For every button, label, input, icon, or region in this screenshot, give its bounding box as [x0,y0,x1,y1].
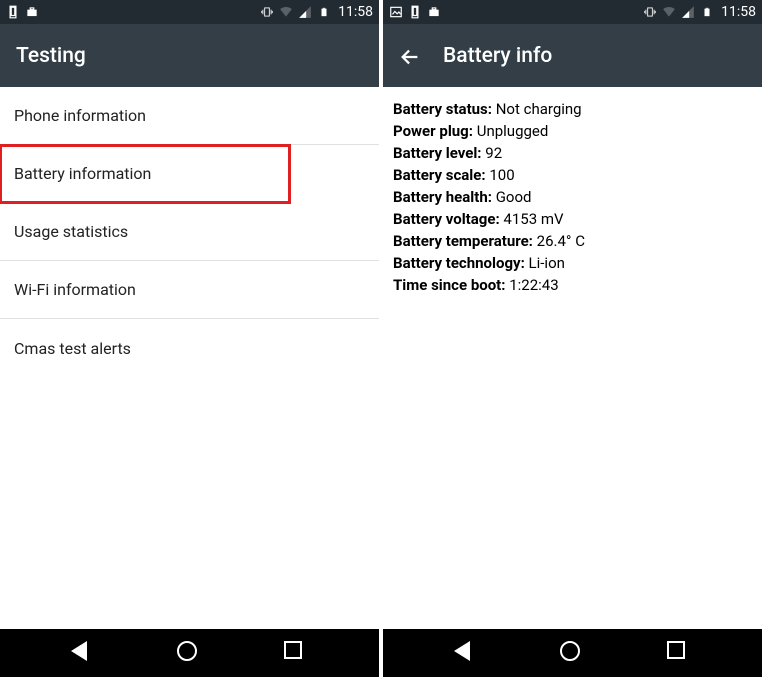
info-row-battery-health: Battery health: Good [393,187,752,208]
wifi-icon [662,5,676,19]
info-value: 4153 mV [503,210,563,228]
signal-icon [681,5,695,19]
battery-icon [317,5,331,19]
left-phone-screen: 11:58 Testing Phone information Battery … [0,0,379,677]
list-item-label: Wi-Fi information [14,280,136,299]
menu-list: Phone information Battery information Us… [0,87,379,629]
info-value: Li-ion [529,254,565,272]
list-item-label: Cmas test alerts [14,339,131,358]
info-label: Battery temperature: [393,232,533,250]
home-button[interactable] [177,641,201,665]
info-label: Power plug: [393,122,473,140]
image-icon [389,5,403,19]
nav-bar [383,629,762,677]
recent-apps-button[interactable] [284,641,308,665]
briefcase-icon [427,5,441,19]
list-item-usage-stats[interactable]: Usage statistics [0,203,379,261]
vibrate-icon [260,5,274,19]
back-button[interactable] [71,641,95,665]
recent-apps-button[interactable] [667,641,691,665]
list-item-cmas-alerts[interactable]: Cmas test alerts [0,319,379,377]
info-label: Battery status: [393,100,492,118]
info-row-battery-scale: Battery scale: 100 [393,165,752,186]
info-row-battery-voltage: Battery voltage: 4153 mV [393,209,752,230]
info-value: 92 [485,144,502,162]
info-row-battery-status: Battery status: Not charging [393,99,752,120]
wifi-icon [279,5,293,19]
status-right: 11:58 [260,4,373,20]
info-value: 26.4° C [537,232,585,250]
home-button[interactable] [560,641,584,665]
info-label: Battery health: [393,188,492,206]
list-item-battery-info[interactable]: Battery information [0,145,290,203]
status-time: 11:58 [338,4,373,20]
info-row-time-boot: Time since boot: 1:22:43 [393,275,752,296]
list-item-phone-info[interactable]: Phone information [0,87,379,145]
status-time: 11:58 [721,4,756,20]
battery-icon [700,5,714,19]
info-label: Time since boot: [393,276,506,294]
right-phone-screen: 11:58 Battery info Battery status: Not c… [383,0,762,677]
signal-icon [298,5,312,19]
info-value: Not charging [496,100,582,118]
info-value: 1:22:43 [509,276,558,294]
info-row-power-plug: Power plug: Unplugged [393,121,752,142]
app-bar: Testing [0,24,379,87]
info-value: Good [496,188,532,206]
status-left [389,5,441,19]
list-item-label: Usage statistics [14,222,128,241]
nav-bar [0,629,379,677]
list-item-wifi-info[interactable]: Wi-Fi information [0,261,379,319]
status-left [6,5,39,19]
briefcase-icon [25,5,39,19]
info-row-battery-tech: Battery technology: Li-ion [393,253,752,274]
info-label: Battery technology: [393,254,525,272]
info-label: Battery scale: [393,166,486,184]
back-button[interactable] [454,641,478,665]
status-right: 11:58 [643,4,756,20]
vibrate-icon [643,5,657,19]
battery-info-content: Battery status: Not charging Power plug:… [383,87,762,629]
info-row-battery-temp: Battery temperature: 26.4° C [393,231,752,252]
page-title: Testing [16,44,86,68]
phone-icon [408,5,422,19]
page-title: Battery info [443,44,552,68]
status-bar: 11:58 [383,0,762,24]
list-item-label: Battery information [14,164,151,183]
back-arrow-icon[interactable] [399,46,419,66]
status-bar: 11:58 [0,0,379,24]
info-label: Battery level: [393,144,482,162]
phone-icon [6,5,20,19]
info-row-battery-level: Battery level: 92 [393,143,752,164]
list-item-label: Phone information [14,106,146,125]
info-label: Battery voltage: [393,210,500,228]
info-value: 100 [489,166,514,184]
app-bar: Battery info [383,24,762,87]
info-value: Unplugged [477,122,549,140]
